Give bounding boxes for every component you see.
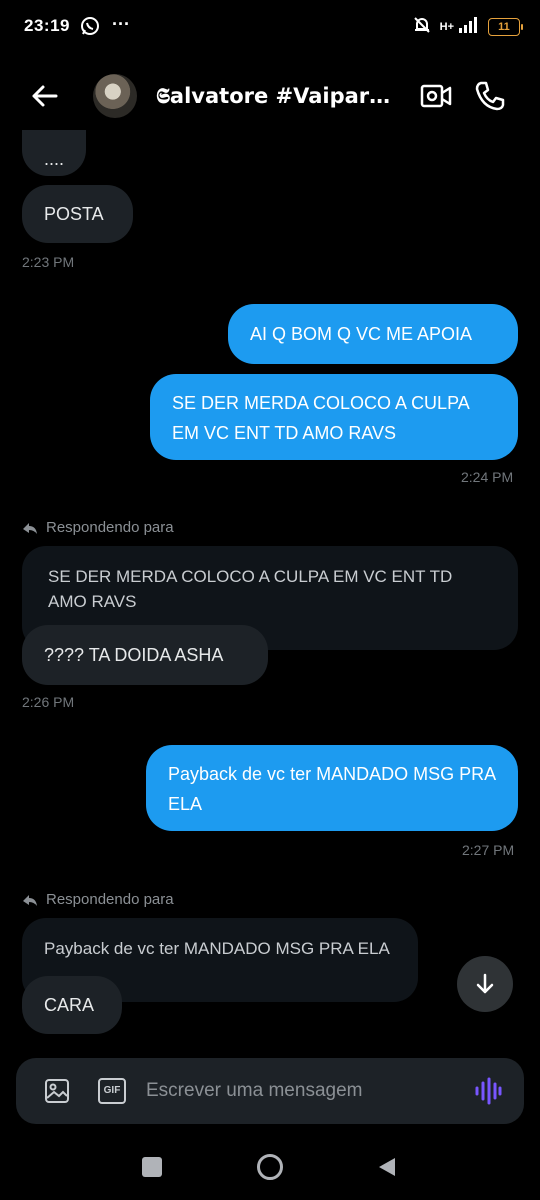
back-arrow-icon[interactable]: [30, 82, 58, 115]
reply-indicator: Respondendo para: [22, 519, 174, 536]
message-timestamp: 2:26 PM: [22, 694, 75, 710]
reply-arrow-icon: [23, 522, 37, 534]
arrow-down-icon: [476, 973, 494, 994]
message-bubble-incoming[interactable]: ???? TA DOIDA ASHA: [22, 625, 268, 685]
gif-icon[interactable]: GIF: [98, 1078, 126, 1104]
home-button[interactable]: [257, 1154, 283, 1180]
video-call-icon[interactable]: [420, 82, 452, 115]
whatsapp-icon: [80, 16, 100, 41]
mute-bell-icon: [412, 15, 432, 40]
reply-arrow-icon: [23, 894, 37, 906]
recents-button[interactable]: [142, 1157, 162, 1177]
message-bubble-incoming[interactable]: POSTA: [22, 185, 133, 243]
scroll-to-bottom-button[interactable]: [457, 956, 513, 1012]
phone-call-icon[interactable]: [474, 80, 506, 117]
reply-indicator: Respondendo para: [22, 891, 174, 908]
message-bubble-incoming[interactable]: ....: [22, 130, 86, 176]
message-bubble-incoming[interactable]: CARA: [22, 976, 122, 1034]
back-button[interactable]: [376, 1156, 398, 1183]
reply-label: Respondendo para: [46, 519, 174, 536]
contact-name[interactable]: 𝕾alvatore #Vaiparao…: [156, 84, 401, 109]
message-timestamp: 2:24 PM: [461, 469, 514, 485]
message-bubble-outgoing[interactable]: SE DER MERDA COLOCO A CULPA EM VC ENT TD…: [150, 374, 518, 460]
status-bar: 23:19 ··· H+ 11: [0, 0, 540, 56]
message-bubble-outgoing[interactable]: Payback de vc ter MANDADO MSG PRA ELA: [146, 745, 518, 831]
reply-label: Respondendo para: [46, 891, 174, 908]
status-time: 23:19: [24, 16, 70, 35]
signal-icon: [458, 16, 480, 39]
message-timestamp: 2:23 PM: [22, 254, 75, 270]
network-type: H+: [439, 21, 454, 33]
battery-icon: 11: [488, 18, 523, 36]
image-icon[interactable]: [44, 1078, 70, 1109]
message-input[interactable]: Escrever uma mensagem: [146, 1080, 362, 1102]
avatar[interactable]: [93, 74, 137, 118]
message-timestamp: 2:27 PM: [462, 842, 515, 858]
status-icons: H+ 11: [412, 14, 523, 40]
voice-message-icon[interactable]: [474, 1076, 502, 1111]
message-bubble-outgoing[interactable]: AI Q BOM Q VC ME APOIA: [228, 304, 518, 364]
more-notifications-icon: ···: [112, 14, 130, 34]
